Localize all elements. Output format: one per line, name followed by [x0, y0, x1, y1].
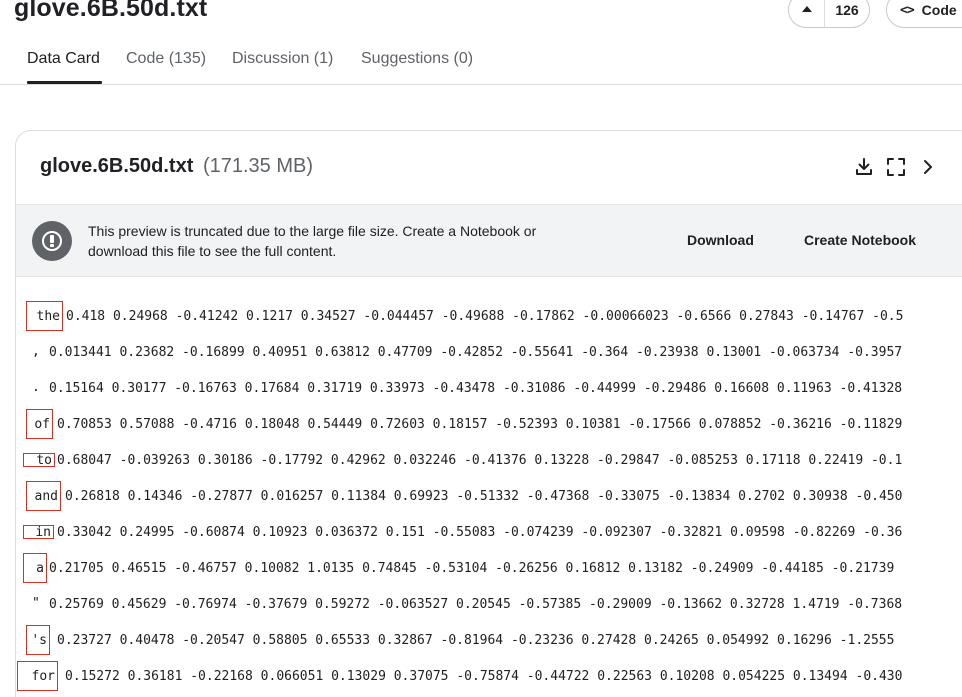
vector-values: 0.25769 0.45629 -0.76974 -0.37679 0.5927… [49, 597, 903, 612]
list-item: " 0.25769 0.45629 -0.76974 -0.37679 0.59… [16, 589, 962, 625]
file-name: glove.6B.50d.txt [40, 155, 194, 177]
fullscreen-icon[interactable] [885, 156, 907, 178]
token-box: 's [26, 625, 50, 655]
token-text: . [32, 380, 40, 395]
code-button-label: Code [921, 2, 957, 18]
tab-data-card[interactable]: Data Card [27, 50, 100, 68]
token-text: , [32, 344, 40, 359]
tab-code[interactable]: Code (135) [126, 50, 206, 68]
download-button[interactable]: Download [687, 232, 754, 248]
vector-values: 0.418 0.24968 -0.41242 0.1217 0.34527 -0… [66, 309, 904, 324]
tab-discussion[interactable]: Discussion (1) [232, 50, 333, 68]
token-box: and [26, 481, 61, 511]
vector-values: 0.21705 0.46515 -0.46757 0.10082 1.0135 … [49, 561, 895, 576]
token-box: a [23, 553, 47, 583]
upvote-pill[interactable]: 126 [788, 0, 870, 28]
chevron-right-icon[interactable] [917, 156, 939, 178]
page-title: glove.6B.50d.txt [14, 0, 208, 22]
list-item: 's 0.23727 0.40478 -0.20547 0.58805 0.65… [16, 625, 962, 661]
upvote-icon[interactable] [789, 0, 825, 27]
list-item: to 0.68047 -0.039263 0.30186 -0.17792 0.… [16, 445, 962, 481]
list-item: for 0.15272 0.36181 -0.22168 0.066051 0.… [16, 661, 962, 697]
list-item: the 0.418 0.24968 -0.41242 0.1217 0.3452… [16, 301, 962, 337]
vector-values: 0.33042 0.24995 -0.60874 0.10923 0.03637… [57, 525, 903, 540]
list-item: , 0.013441 0.23682 -0.16899 0.40951 0.63… [16, 337, 962, 373]
list-item: a 0.21705 0.46515 -0.46757 0.10082 1.013… [16, 553, 962, 589]
truncation-banner: This preview is truncated due to the lar… [16, 204, 962, 277]
active-tab-indicator [27, 81, 102, 84]
vector-values: 0.23727 0.40478 -0.20547 0.58805 0.65533… [57, 633, 895, 648]
vector-values: 0.15272 0.36181 -0.22168 0.066051 0.1302… [65, 669, 903, 684]
vector-values: 0.26818 0.14346 -0.27877 0.016257 0.1138… [65, 489, 903, 504]
list-item: and 0.26818 0.14346 -0.27877 0.016257 0.… [16, 481, 962, 517]
token-text: " [32, 596, 40, 611]
create-notebook-button[interactable]: Create Notebook [804, 232, 916, 248]
token-box: to [23, 453, 55, 468]
list-item: . 0.15164 0.30177 -0.16763 0.17684 0.317… [16, 373, 962, 409]
token-box: for [17, 661, 58, 691]
vector-values: 0.013441 0.23682 -0.16899 0.40951 0.6381… [49, 345, 903, 360]
file-size: (171.35 MB) [202, 155, 314, 177]
upvote-count: 126 [835, 2, 859, 18]
info-icon [32, 221, 72, 261]
list-item: of 0.70853 0.57088 -0.4716 0.18048 0.544… [16, 409, 962, 445]
vector-values: 0.15164 0.30177 -0.16763 0.17684 0.31719… [49, 381, 903, 396]
list-item: in 0.33042 0.24995 -0.60874 0.10923 0.03… [16, 517, 962, 553]
token-box: in [23, 525, 54, 540]
vector-values: 0.68047 -0.039263 0.30186 -0.17792 0.429… [57, 453, 903, 468]
token-box: of [26, 409, 53, 439]
file-header: glove.6B.50d.txt (171.35 MB) [16, 131, 962, 205]
file-title: glove.6B.50d.txt (171.35 MB) [40, 155, 313, 178]
tab-bar: Data Card Code (135) Discussion (1) Sugg… [0, 40, 962, 85]
banner-message: This preview is truncated due to the lar… [88, 223, 537, 259]
token-box: the [26, 301, 63, 331]
download-icon[interactable] [853, 156, 875, 178]
code-icon: <> [900, 2, 915, 18]
code-button[interactable]: <> Code [886, 0, 962, 28]
vector-values: 0.70853 0.57088 -0.4716 0.18048 0.54449 … [57, 417, 903, 432]
file-preview-card: glove.6B.50d.txt (171.35 MB) This previe… [15, 130, 962, 697]
tab-suggestions[interactable]: Suggestions (0) [361, 50, 473, 68]
